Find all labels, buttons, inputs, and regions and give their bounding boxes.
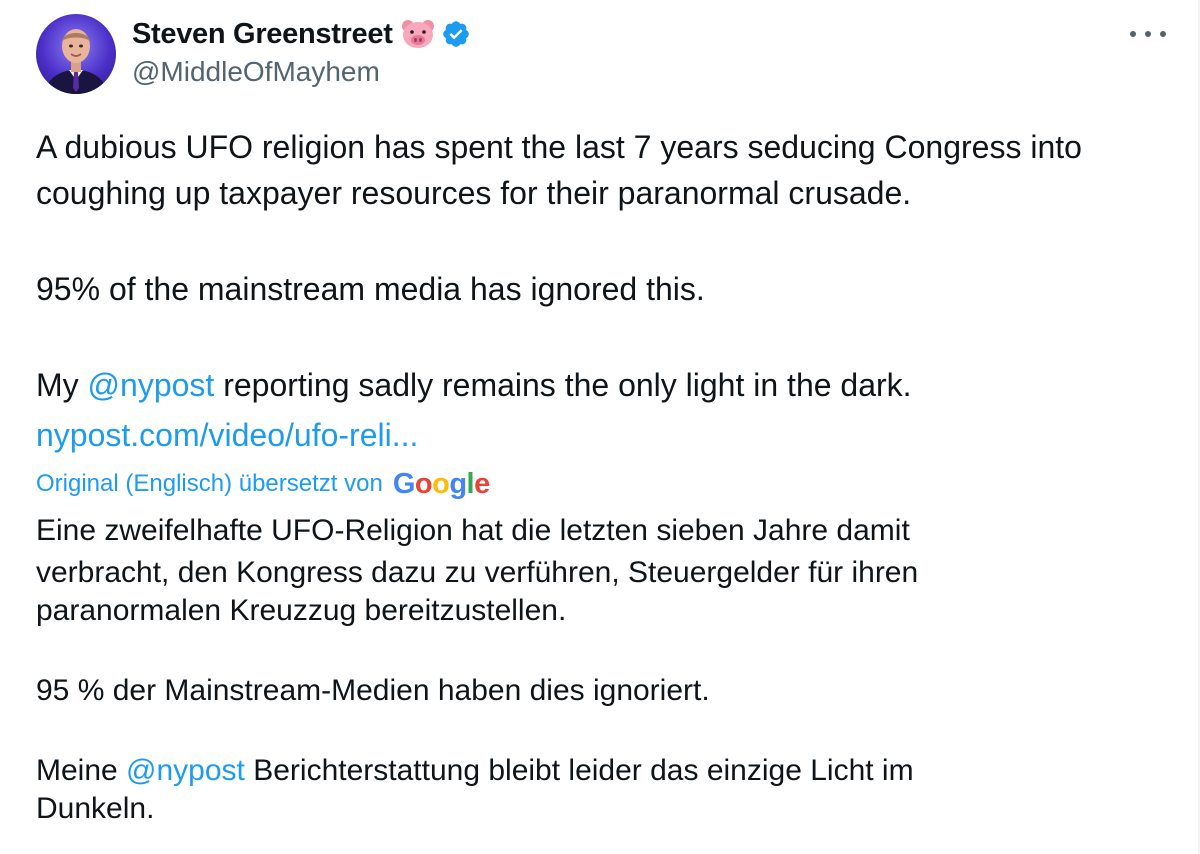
mention-link-nypost[interactable]: @nypost — [126, 754, 245, 787]
google-letter: G — [392, 467, 416, 500]
tweet-text-fragment: reporting sadly remains the only light i… — [214, 367, 912, 403]
tweet-text-fragment: My — [36, 367, 88, 403]
more-dot-icon — [1160, 31, 1166, 37]
mention-link-nypost[interactable]: @nypost — [88, 367, 215, 403]
tweet-text-line: My @nypost reporting sadly remains the o… — [36, 362, 912, 408]
pig-face-icon — [401, 19, 435, 49]
translated-text-line: 95 % der Mainstream-Medien haben dies ig… — [36, 674, 710, 707]
google-letter: g — [449, 467, 467, 500]
translation-note[interactable]: Original (Englisch) übersetzt von — [36, 470, 383, 498]
translation-attribution: Original (Englisch) übersetzt von Google — [36, 464, 490, 504]
google-letter: o — [432, 467, 450, 500]
tweet-text-line: coughing up taxpayer resources for their… — [36, 175, 912, 211]
google-logo: Google — [393, 468, 490, 501]
google-letter: o — [414, 467, 433, 500]
translated-text-line: paranormalen Kreuzzug bereitzustellen. — [36, 594, 567, 627]
translated-text-fragment: Meine — [36, 754, 127, 787]
more-dot-icon — [1145, 31, 1151, 37]
author-name-row: Steven Greenstreet — [132, 14, 471, 54]
translated-text-fragment: Berichterstattung bleibt leider das einz… — [244, 754, 914, 787]
author-display-name[interactable]: Steven Greenstreet — [132, 18, 393, 51]
google-letter: e — [474, 467, 490, 500]
article-link[interactable]: nypost.com/video/ufo-reli... — [36, 412, 418, 458]
avatar-photo — [44, 29, 108, 94]
author-handle[interactable]: @MiddleOfMayhem — [132, 56, 380, 88]
more-options-button[interactable] — [1128, 22, 1168, 46]
translated-text-line: verbracht, den Kongress dazu zu verführe… — [36, 556, 919, 589]
tweet-text-line: 95% of the mainstream media has ignored … — [36, 271, 705, 307]
translated-text-line: Eine zweifelhafte UFO-Religion hat die l… — [36, 514, 910, 547]
google-letter: l — [466, 467, 475, 500]
tweet-text-line: A dubious UFO religion has spent the las… — [36, 129, 1082, 165]
verified-badge-icon[interactable] — [441, 19, 471, 49]
translated-text-line: Meine @nypost Berichterstattung bleibt l… — [36, 751, 914, 791]
translated-text-line: Dunkeln. — [36, 792, 155, 825]
avatar[interactable] — [36, 14, 116, 94]
more-dot-icon — [1130, 31, 1136, 37]
